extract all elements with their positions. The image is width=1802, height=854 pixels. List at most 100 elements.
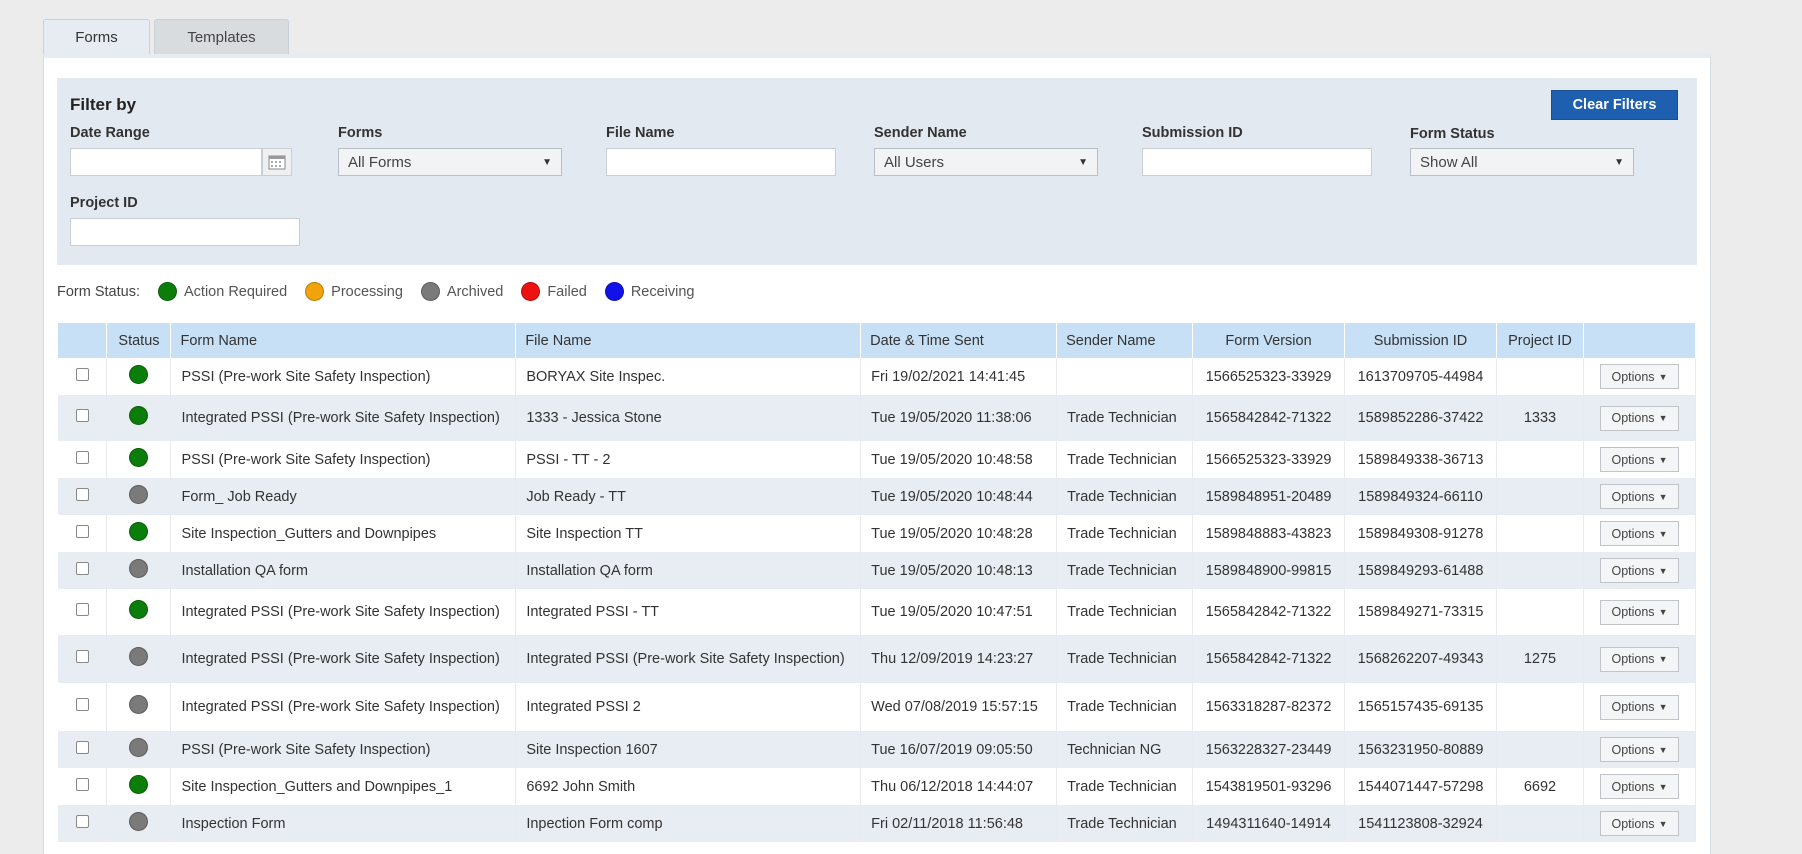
header-date-sent[interactable]: Date & Time Sent	[860, 323, 1058, 358]
row-checkbox[interactable]	[75, 450, 89, 464]
chevron-down-icon: ▼	[1658, 491, 1668, 502]
file-name-cell: Site Inspection 1607	[515, 731, 862, 768]
row-checkbox[interactable]	[75, 814, 89, 828]
header-status[interactable]: Status	[106, 323, 172, 358]
options-button[interactable]: Options ▼	[1599, 364, 1679, 389]
form-name-cell: Form_ Job Ready	[170, 478, 517, 515]
options-button[interactable]: Options ▼	[1599, 694, 1679, 720]
chevron-down-icon: ▼	[1078, 156, 1088, 168]
legend-receiving: Receiving	[604, 282, 695, 301]
legend-archived: Archived	[420, 282, 503, 301]
options-label: Options	[1611, 816, 1655, 831]
row-checkbox[interactable]	[75, 777, 89, 791]
table-row[interactable]: Installation QA form Installation QA form…	[58, 552, 1697, 589]
options-label: Options	[1611, 742, 1655, 757]
project-id-cell	[1496, 552, 1584, 589]
row-checkbox[interactable]	[75, 367, 89, 381]
project-id-cell	[1496, 478, 1584, 515]
sender-name-cell: Trade Technician	[1056, 441, 1194, 478]
table-row[interactable]: Form_ Job Ready Job Ready - TT Tue 19/05/2…	[58, 478, 1697, 515]
chevron-down-icon: ▼	[1658, 607, 1668, 617]
row-checkbox[interactable]	[75, 698, 89, 711]
table-row[interactable]: PSSI (Pre-work Site Safety Inspection) PS…	[58, 441, 1697, 478]
chevron-down-icon: ▼	[1658, 781, 1668, 792]
status-cell	[106, 683, 172, 731]
header-sender-name[interactable]: Sender Name	[1056, 323, 1194, 358]
options-cell: Options ▼	[1583, 768, 1697, 805]
clear-filters-button[interactable]: Clear Filters	[1551, 90, 1678, 120]
calendar-icon[interactable]	[262, 148, 292, 176]
table-row[interactable]: PSSI (Pre-work Site Safety Inspection) Si…	[58, 731, 1697, 768]
forms-table: Status Form Name File Name Date & Time S…	[58, 323, 1697, 842]
options-button[interactable]: Options ▼	[1599, 646, 1679, 672]
options-label: Options	[1611, 369, 1655, 384]
legend-item-label: Action Required	[184, 283, 288, 300]
options-button[interactable]: Options ▼	[1599, 811, 1679, 836]
status-dot-icon	[129, 600, 149, 619]
chevron-down-icon: ▼	[1658, 528, 1668, 539]
sender-name-select[interactable]: All Users ▼	[874, 148, 1098, 176]
row-select-cell	[58, 395, 108, 441]
file-name-cell: PSSI - TT - 2	[515, 441, 862, 478]
table-row[interactable]: PSSI (Pre-work Site Safety Inspection) BO…	[58, 358, 1697, 395]
sender-name-cell: Trade Technician	[1056, 635, 1194, 683]
header-project-id[interactable]: Project ID	[1496, 323, 1584, 358]
options-cell: Options ▼	[1583, 441, 1697, 478]
table-row[interactable]: Integrated PSSI (Pre-work Site Safety In…	[58, 395, 1697, 441]
date-range-input[interactable]	[70, 148, 262, 176]
file-name-label: File Name	[606, 125, 675, 141]
options-button[interactable]: Options ▼	[1599, 521, 1679, 546]
chevron-down-icon: ▼	[1658, 371, 1668, 382]
row-checkbox[interactable]	[75, 740, 89, 754]
tab-templates[interactable]: Templates	[154, 19, 289, 55]
chevron-down-icon: ▼	[1658, 654, 1668, 664]
sender-name-cell: Trade Technician	[1056, 805, 1194, 842]
options-button[interactable]: Options ▼	[1599, 737, 1679, 762]
row-checkbox[interactable]	[75, 487, 89, 501]
table-row[interactable]: Integrated PSSI (Pre-work Site Safety In…	[58, 683, 1697, 731]
submission-id-cell: 1589849271-73315	[1344, 589, 1497, 635]
table-row[interactable]: Site Inspection_Gutters and Downpipes Sit…	[58, 515, 1697, 552]
table-row[interactable]: Integrated PSSI (Pre-work Site Safety In…	[58, 635, 1697, 683]
table-row[interactable]: Inspection Form Inpection Form comp Fri 02…	[58, 805, 1697, 842]
options-cell: Options ▼	[1583, 552, 1697, 589]
tab-bar: Forms Templates	[43, 19, 289, 55]
forms-panel: Filter by Clear Filters Date Range Forms…	[43, 54, 1711, 854]
form-status-select[interactable]: Show All ▼	[1410, 148, 1634, 176]
options-button[interactable]: Options ▼	[1599, 484, 1679, 509]
header-file-name[interactable]: File Name	[515, 323, 862, 358]
forms-select[interactable]: All Forms ▼	[338, 148, 562, 176]
project-id-cell	[1496, 589, 1584, 635]
header-form-name[interactable]: Form Name	[170, 323, 517, 358]
options-button[interactable]: Options ▼	[1599, 774, 1679, 799]
row-select-cell	[58, 478, 108, 515]
row-checkbox[interactable]	[75, 524, 89, 538]
status-dot-icon	[129, 695, 149, 714]
form-version-cell: 1563228327-23449	[1192, 731, 1346, 768]
status-cell	[106, 441, 172, 478]
options-cell: Options ▼	[1583, 683, 1697, 731]
table-row[interactable]: Integrated PSSI (Pre-work Site Safety In…	[58, 589, 1697, 635]
header-form-version[interactable]: Form Version	[1192, 323, 1346, 358]
status-dot-icon	[158, 282, 177, 301]
status-dot-icon	[129, 484, 149, 504]
date-sent-cell: Tue 19/05/2020 10:47:51	[860, 589, 1058, 635]
status-cell	[106, 635, 172, 683]
submission-id-input[interactable]	[1142, 148, 1372, 176]
options-button[interactable]: Options ▼	[1599, 599, 1679, 625]
options-button[interactable]: Options ▼	[1599, 447, 1679, 472]
options-button[interactable]: Options ▼	[1599, 405, 1679, 431]
row-checkbox[interactable]	[75, 409, 89, 422]
tab-forms[interactable]: Forms	[43, 19, 150, 55]
project-id-input[interactable]	[70, 218, 300, 246]
forms-select-value: All Forms	[348, 153, 412, 171]
row-checkbox[interactable]	[75, 603, 89, 616]
row-checkbox[interactable]	[75, 561, 89, 575]
row-checkbox[interactable]	[75, 650, 89, 663]
options-button[interactable]: Options ▼	[1599, 558, 1679, 583]
header-submission-id[interactable]: Submission ID	[1344, 323, 1497, 358]
table-row[interactable]: Site Inspection_Gutters and Downpipes_1 6…	[58, 768, 1697, 805]
chevron-down-icon: ▼	[1658, 565, 1668, 576]
submission-id-cell: 1563231950-80889	[1344, 731, 1497, 768]
file-name-input[interactable]	[606, 148, 836, 176]
